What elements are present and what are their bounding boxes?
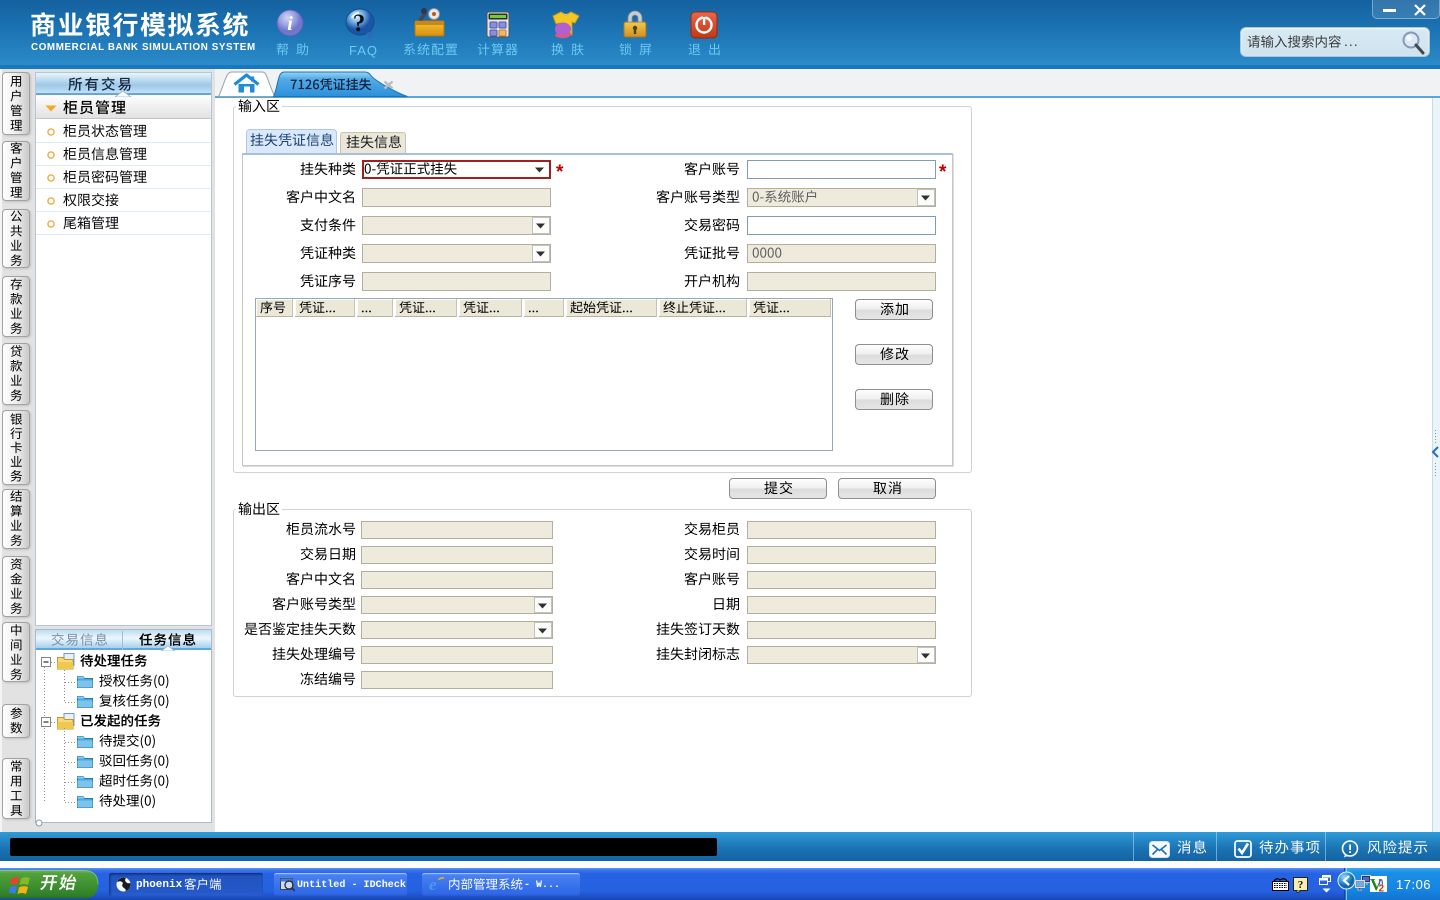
svg-text:e: e (429, 876, 437, 893)
svg-text:i: i (287, 13, 293, 35)
svg-text:2: 2 (1379, 884, 1385, 894)
svg-text:?: ? (1298, 879, 1304, 891)
